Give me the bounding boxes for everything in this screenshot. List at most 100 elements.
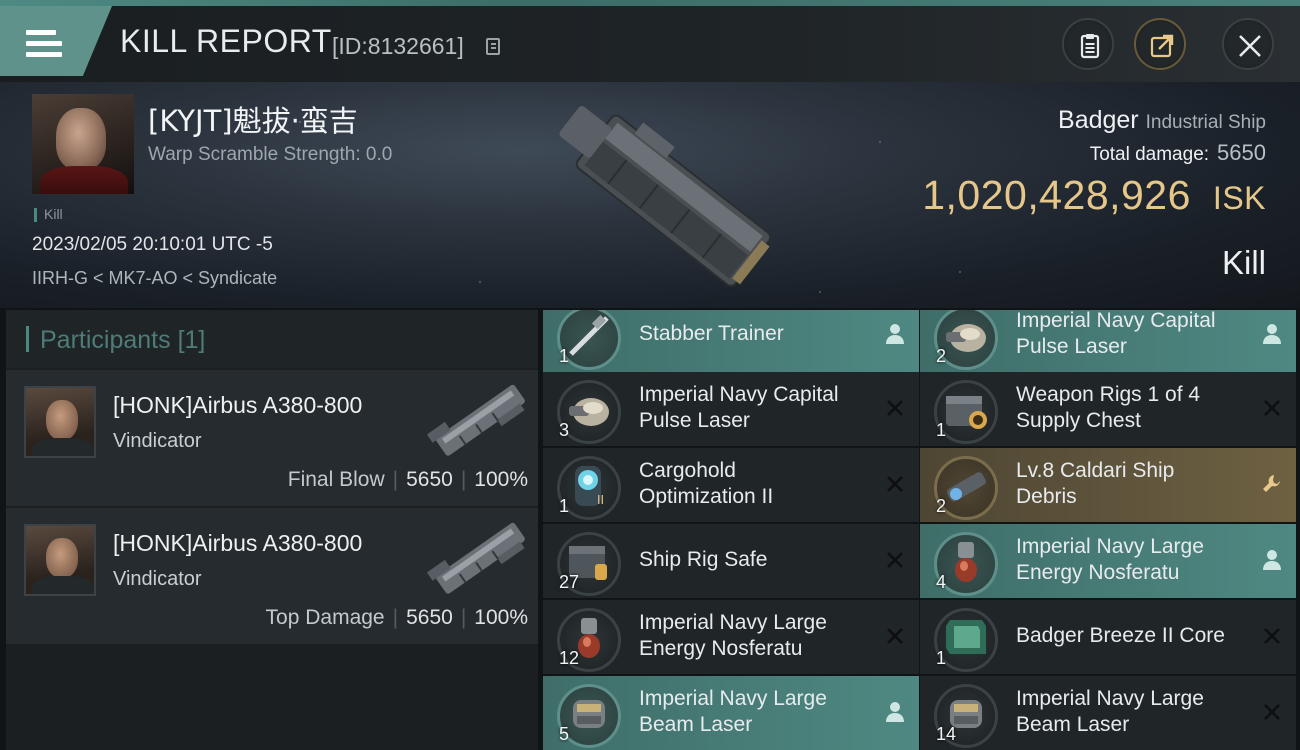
warp-scramble-strength: Warp Scramble Strength: 0.0 <box>148 144 393 165</box>
isk-value: 1,020,428,926 ISK <box>922 172 1266 219</box>
copy-id-icon[interactable] <box>486 38 500 55</box>
item-name-line1: Imperial Navy Large <box>1016 687 1204 710</box>
participant-card[interactable]: [HONK]Airbus A380-800 Vindicator Final B… <box>6 370 538 506</box>
item-quantity: 2 <box>936 346 947 366</box>
victim-name[interactable]: [KYJT]魁拔·蛮吉 <box>148 98 358 140</box>
item-tile[interactable]: 1 Weapon Rigs 1 of 4 Supply Chest <box>920 372 1296 446</box>
trainer-icon <box>565 312 613 360</box>
participant-card[interactable]: [HONK]Airbus A380-800 Vindicator Top Dam… <box>6 508 538 644</box>
hamburger-menu-icon <box>26 30 64 62</box>
participant-avatar[interactable] <box>24 524 96 596</box>
item-name-line2: Beam Laser <box>639 713 753 736</box>
kill-datetime: 2023/02/05 20:10:01 UTC -5 <box>32 234 273 255</box>
item-name: Imperial Navy Large Energy Nosferatu <box>639 610 879 662</box>
stat-label: Final Blow <box>287 468 385 491</box>
item-quantity: 1 <box>936 648 947 668</box>
item-name-line1: Imperial Navy Large <box>639 687 827 710</box>
item-name: Weapon Rigs 1 of 4 Supply Chest <box>1016 382 1256 434</box>
item-quantity: 5 <box>559 724 570 744</box>
participant-avatar[interactable] <box>24 386 96 458</box>
share-icon <box>1150 34 1174 58</box>
item-name-line1: Weapon Rigs 1 of 4 <box>1016 383 1201 406</box>
ship-name: Badger <box>1058 106 1139 134</box>
isk-amount: 1,020,428,926 <box>922 172 1191 218</box>
close-icon <box>1239 35 1261 57</box>
debris-icon <box>942 462 990 510</box>
report-id: [ID:8132661] <box>332 33 464 59</box>
item-name: Stabber Trainer <box>639 321 879 347</box>
item-name-line1: Lv.8 Caldari Ship <box>1016 459 1175 482</box>
stat-label: Top Damage <box>265 606 385 629</box>
victim-banner: [KYJT]魁拔·蛮吉 Warp Scramble Strength: 0.0 … <box>0 82 1300 308</box>
participants-count: [1] <box>177 326 206 354</box>
destroyed-status-icon <box>883 548 907 572</box>
dropped-status-icon <box>1260 322 1284 346</box>
participant-ship: Vindicator <box>113 430 202 452</box>
item-tile[interactable]: 2 Imperial Navy Capital Pulse Laser <box>920 310 1296 372</box>
supply-chest-icon <box>942 386 990 434</box>
ship-class: Industrial Ship <box>1145 112 1266 133</box>
total-damage: Total damage: 5650 <box>1090 140 1266 166</box>
page-title: KILL REPORT <box>120 23 332 59</box>
destroyed-status-icon <box>883 396 907 420</box>
close-button[interactable] <box>1222 18 1274 70</box>
item-name: Lv.8 Caldari Ship Debris <box>1016 458 1256 510</box>
victim-portrait[interactable] <box>32 94 134 194</box>
participant-name: [HONK]Airbus A380-800 <box>113 392 363 418</box>
participants-panel: Participants [1] [HONK]Airbus A380-800 V… <box>6 310 538 750</box>
destroyed-status-icon <box>1260 396 1284 420</box>
item-quantity: 4 <box>936 572 947 592</box>
item-name-line2: Debris <box>1016 485 1077 508</box>
stat-damage: 5650 <box>406 468 453 491</box>
item-tile[interactable]: 14 Imperial Navy Large Beam Laser <box>920 676 1296 750</box>
item-quantity: 12 <box>559 648 580 668</box>
item-name-line2: Pulse Laser <box>1016 335 1127 358</box>
total-damage-value: 5650 <box>1217 140 1266 165</box>
item-quantity: 2 <box>936 496 947 516</box>
item-quantity: 14 <box>936 724 957 744</box>
item-tile[interactable]: 5 Imperial Navy Large Beam Laser <box>543 676 919 750</box>
item-name-line2: Pulse Laser <box>639 409 750 432</box>
victim-ship-image[interactable] <box>520 82 780 308</box>
item-name-line2: Supply Chest <box>1016 409 1141 432</box>
item-tile[interactable]: 3 Imperial Navy Capital Pulse Laser <box>543 372 919 446</box>
item-name-line1: Cargohold <box>639 459 736 482</box>
beam-laser-icon <box>565 690 613 738</box>
item-name-line1: Ship Rig Safe <box>639 548 768 571</box>
item-name-line2: Energy Nosferatu <box>639 637 803 660</box>
item-name: Imperial Navy Capital Pulse Laser <box>1016 310 1256 360</box>
notes-icon <box>1080 34 1100 59</box>
notes-button[interactable] <box>1062 18 1114 70</box>
item-name-line2: Optimization II <box>639 485 774 508</box>
item-tile[interactable]: 27 Ship Rig Safe <box>543 524 919 598</box>
victim-ship[interactable]: Badger Industrial Ship <box>1058 106 1266 135</box>
participant-ship-image <box>426 384 525 456</box>
item-name: Badger Breeze II Core <box>1016 623 1256 649</box>
destroyed-status-icon <box>883 624 907 648</box>
item-tile[interactable]: 4 Imperial Navy Large Energy Nosferatu <box>920 524 1296 598</box>
item-tile[interactable]: 2 Lv.8 Caldari Ship Debris <box>920 448 1296 522</box>
destroyed-status-icon <box>1260 624 1284 648</box>
item-name-line1: Imperial Navy Capital <box>639 383 839 406</box>
core-icon <box>942 614 990 662</box>
item-name: Imperial Navy Large Beam Laser <box>1016 686 1256 738</box>
stat-damage: 5650 <box>406 606 453 629</box>
pulse-laser-icon <box>942 312 990 360</box>
item-tile[interactable]: II 1 Cargohold Optimization II <box>543 448 919 522</box>
nosferatu-icon <box>942 538 990 586</box>
kill-location[interactable]: IIRH-G < MK7-AO < Syndicate <box>32 268 277 289</box>
item-tile[interactable]: 1 Stabber Trainer <box>543 310 919 372</box>
item-name-line1: Imperial Navy Capital <box>1016 310 1216 332</box>
stat-percent: 100% <box>474 606 528 629</box>
item-name-line1: Imperial Navy Large <box>639 611 827 634</box>
result-label: Kill <box>1221 244 1266 281</box>
item-name: Imperial Navy Large Energy Nosferatu <box>1016 534 1256 586</box>
item-quantity: 3 <box>559 420 570 440</box>
item-tile[interactable]: 12 Imperial Navy Large Energy Nosferatu <box>543 600 919 674</box>
item-name-line1: Imperial Navy Large <box>1016 535 1204 558</box>
menu-button[interactable] <box>0 6 112 76</box>
svg-text:II: II <box>597 493 604 507</box>
dropped-status-icon <box>883 322 907 346</box>
item-tile[interactable]: 1 Badger Breeze II Core <box>920 600 1296 674</box>
share-button[interactable] <box>1134 18 1186 70</box>
